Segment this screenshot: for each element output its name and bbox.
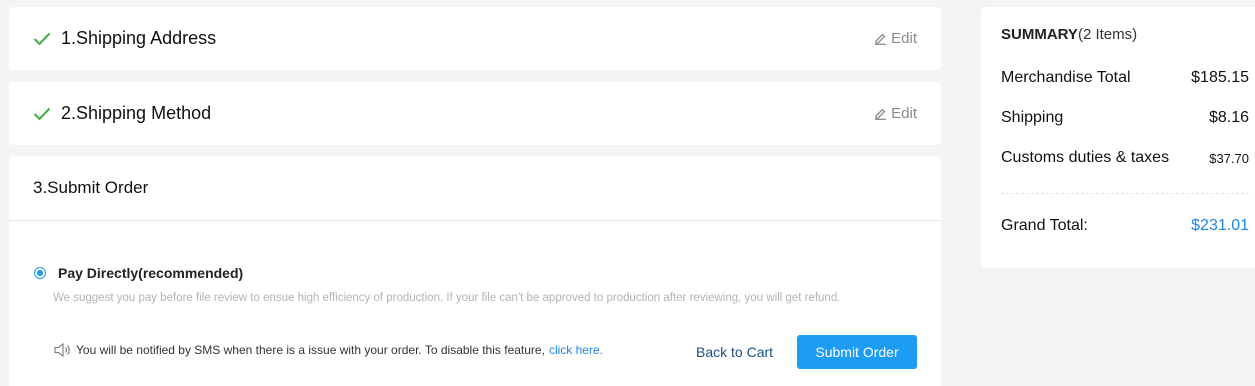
speaker-icon bbox=[53, 342, 73, 358]
sms-disable-link[interactable]: click here. bbox=[549, 343, 603, 357]
shipping-address-step: 1.Shipping Address Edit bbox=[9, 7, 941, 70]
submit-order-header: 3.Submit Order bbox=[9, 156, 941, 221]
sms-notice: You will be notified by SMS when there i… bbox=[53, 342, 603, 358]
edit-label: Edit bbox=[891, 30, 917, 47]
summary-label: Shipping bbox=[1001, 109, 1064, 126]
step-title-method: 2.Shipping Method bbox=[61, 103, 212, 123]
order-summary-panel: SUMMARY(2 Items) Merchandise Total $185.… bbox=[981, 7, 1255, 268]
shipping-method-step: 2.Shipping Method Edit bbox=[9, 82, 941, 145]
radio-icon[interactable] bbox=[34, 267, 46, 279]
summary-label: Merchandise Total bbox=[1001, 69, 1131, 86]
summary-row-merchandise: Merchandise Total $185.15 bbox=[1001, 69, 1249, 87]
summary-label: Customs duties & taxes bbox=[1001, 149, 1170, 166]
summary-value: $37.70 bbox=[1209, 150, 1249, 166]
summary-item-count: (2 Items) bbox=[1077, 26, 1138, 43]
summary-divider bbox=[1001, 193, 1249, 194]
summary-row-customs: Customs duties & taxes $37.70 bbox=[1001, 149, 1249, 167]
summary-heading: SUMMARY bbox=[1001, 26, 1078, 43]
summary-value: $185.15 bbox=[1191, 69, 1249, 86]
edit-address-button[interactable]: Edit bbox=[874, 30, 917, 47]
submit-order-button[interactable]: Submit Order bbox=[797, 335, 917, 369]
payment-note: We suggest you pay before file review to… bbox=[53, 292, 841, 304]
pay-directly-label: Pay Directly(recommended) bbox=[58, 265, 244, 281]
back-to-cart-link[interactable]: Back to Cart bbox=[696, 344, 773, 360]
pay-directly-option[interactable]: Pay Directly(recommended) bbox=[34, 265, 243, 281]
grand-total-label: Grand Total: bbox=[1001, 217, 1088, 234]
pencil-icon bbox=[874, 107, 887, 120]
grand-total-value: $231.01 bbox=[1191, 217, 1249, 234]
sms-text: You will be notified by SMS when there i… bbox=[76, 343, 545, 357]
check-icon bbox=[33, 107, 51, 121]
summary-row-shipping: Shipping $8.16 bbox=[1001, 109, 1249, 127]
summary-row-grand-total: Grand Total: $231.01 bbox=[1001, 217, 1249, 235]
summary-value: $8.16 bbox=[1208, 109, 1249, 126]
check-icon bbox=[33, 32, 51, 46]
step-title-address: 1.Shipping Address bbox=[61, 28, 217, 48]
submit-order-step: 3.Submit Order Pay Directly(recommended)… bbox=[9, 156, 941, 386]
summary-title: SUMMARY(2 Items) bbox=[1001, 26, 1137, 43]
step-title-submit: 3.Submit Order bbox=[33, 178, 149, 197]
edit-method-button[interactable]: Edit bbox=[874, 105, 917, 122]
pencil-icon bbox=[874, 32, 887, 45]
edit-label: Edit bbox=[891, 105, 917, 122]
